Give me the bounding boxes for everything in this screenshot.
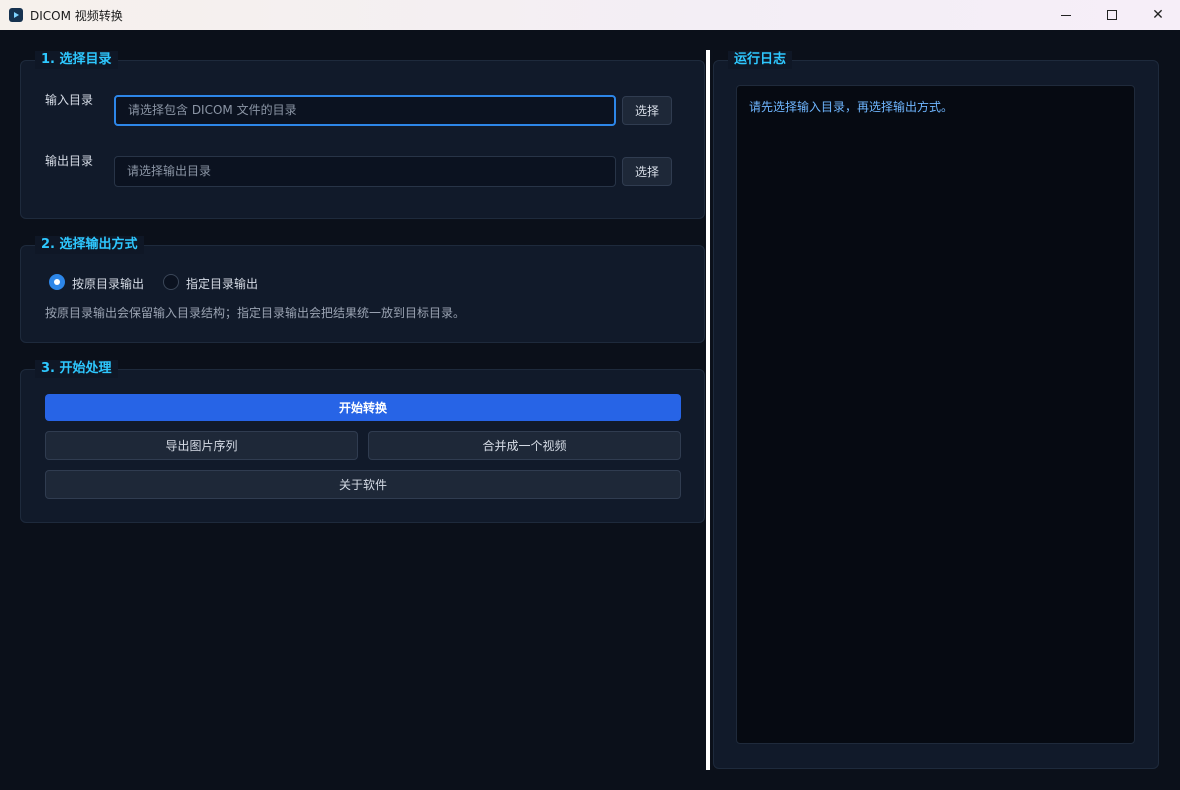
radio-target-dir-label[interactable]: 指定目录输出	[186, 275, 258, 292]
export-images-button[interactable]: 导出图片序列	[45, 431, 358, 460]
title-bar: DICOM 视频转换 ✕	[0, 0, 1180, 30]
output-dir-placeholder: 请选择输出目录	[127, 164, 212, 178]
directory-group-title: 1. 选择目录	[35, 51, 118, 69]
output-mode-group: 2. 选择输出方式 按原目录输出 指定目录输出 按原目录输出会保留输入目录结构；…	[20, 236, 705, 343]
app-icon	[9, 8, 23, 22]
output-dir-label: 输出目录	[45, 154, 94, 168]
window-title: DICOM 视频转换	[30, 9, 123, 23]
radio-keep-structure-label[interactable]: 按原目录输出	[72, 275, 144, 292]
process-group: 3. 开始处理 开始转换 导出图片序列 合并成一个视频 关于软件	[20, 360, 705, 523]
input-dir-label: 输入目录	[45, 93, 94, 107]
input-dir-browse-button[interactable]: 选择	[622, 96, 672, 125]
output-mode-group-title: 2. 选择输出方式	[35, 236, 144, 254]
input-dir-field[interactable]: 请选择包含 DICOM 文件的目录	[114, 95, 616, 126]
minimize-button[interactable]	[1043, 0, 1089, 30]
minimize-icon	[1061, 14, 1071, 16]
panel-splitter[interactable]	[706, 50, 710, 770]
maximize-button[interactable]	[1089, 0, 1135, 30]
about-button[interactable]: 关于软件	[45, 470, 681, 499]
log-output[interactable]: 请先选择输入目录，再选择输出方式。	[736, 85, 1135, 744]
log-line: 请先选择输入目录，再选择输出方式。	[749, 100, 954, 114]
output-dir-field[interactable]: 请选择输出目录	[114, 156, 616, 187]
input-dir-placeholder: 请选择包含 DICOM 文件的目录	[128, 103, 297, 117]
radio-target-dir[interactable]	[163, 274, 179, 290]
process-group-title: 3. 开始处理	[35, 360, 118, 378]
maximize-icon	[1107, 10, 1117, 20]
output-dir-browse-button[interactable]: 选择	[622, 157, 672, 186]
radio-keep-structure[interactable]	[49, 274, 65, 290]
log-group-title: 运行日志	[728, 51, 793, 69]
close-button[interactable]: ✕	[1135, 0, 1180, 30]
start-convert-button[interactable]: 开始转换	[45, 394, 681, 421]
output-mode-hint: 按原目录输出会保留输入目录结构；指定目录输出会把结果统一放到目标目录。	[45, 306, 466, 320]
close-icon: ✕	[1152, 7, 1164, 23]
directory-group: 1. 选择目录 输入目录 请选择包含 DICOM 文件的目录 选择 输出目录 请…	[20, 51, 705, 219]
merge-video-button[interactable]: 合并成一个视频	[368, 431, 681, 460]
